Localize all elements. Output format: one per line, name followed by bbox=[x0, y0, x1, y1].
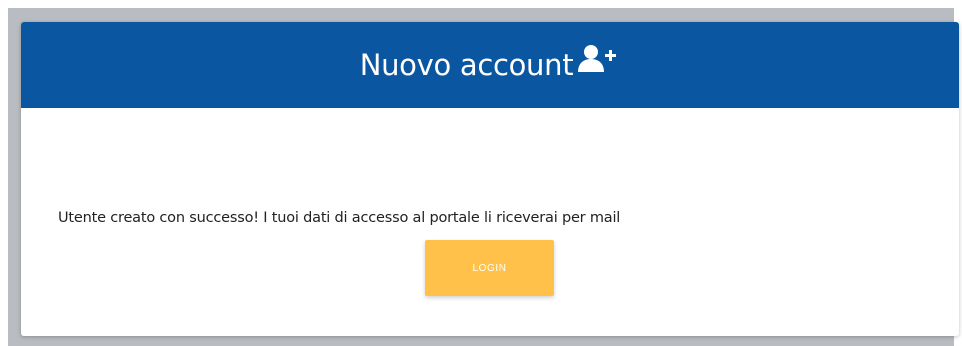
card-header: Nuovo account bbox=[21, 22, 959, 108]
success-message: Utente creato con successo! I tuoi dati … bbox=[58, 210, 621, 226]
new-account-card: Nuovo account Utente creato con successo… bbox=[21, 22, 959, 336]
page-title: Nuovo account bbox=[359, 47, 574, 82]
login-button[interactable]: LOGIN bbox=[425, 240, 554, 296]
user-plus-icon bbox=[574, 42, 620, 76]
